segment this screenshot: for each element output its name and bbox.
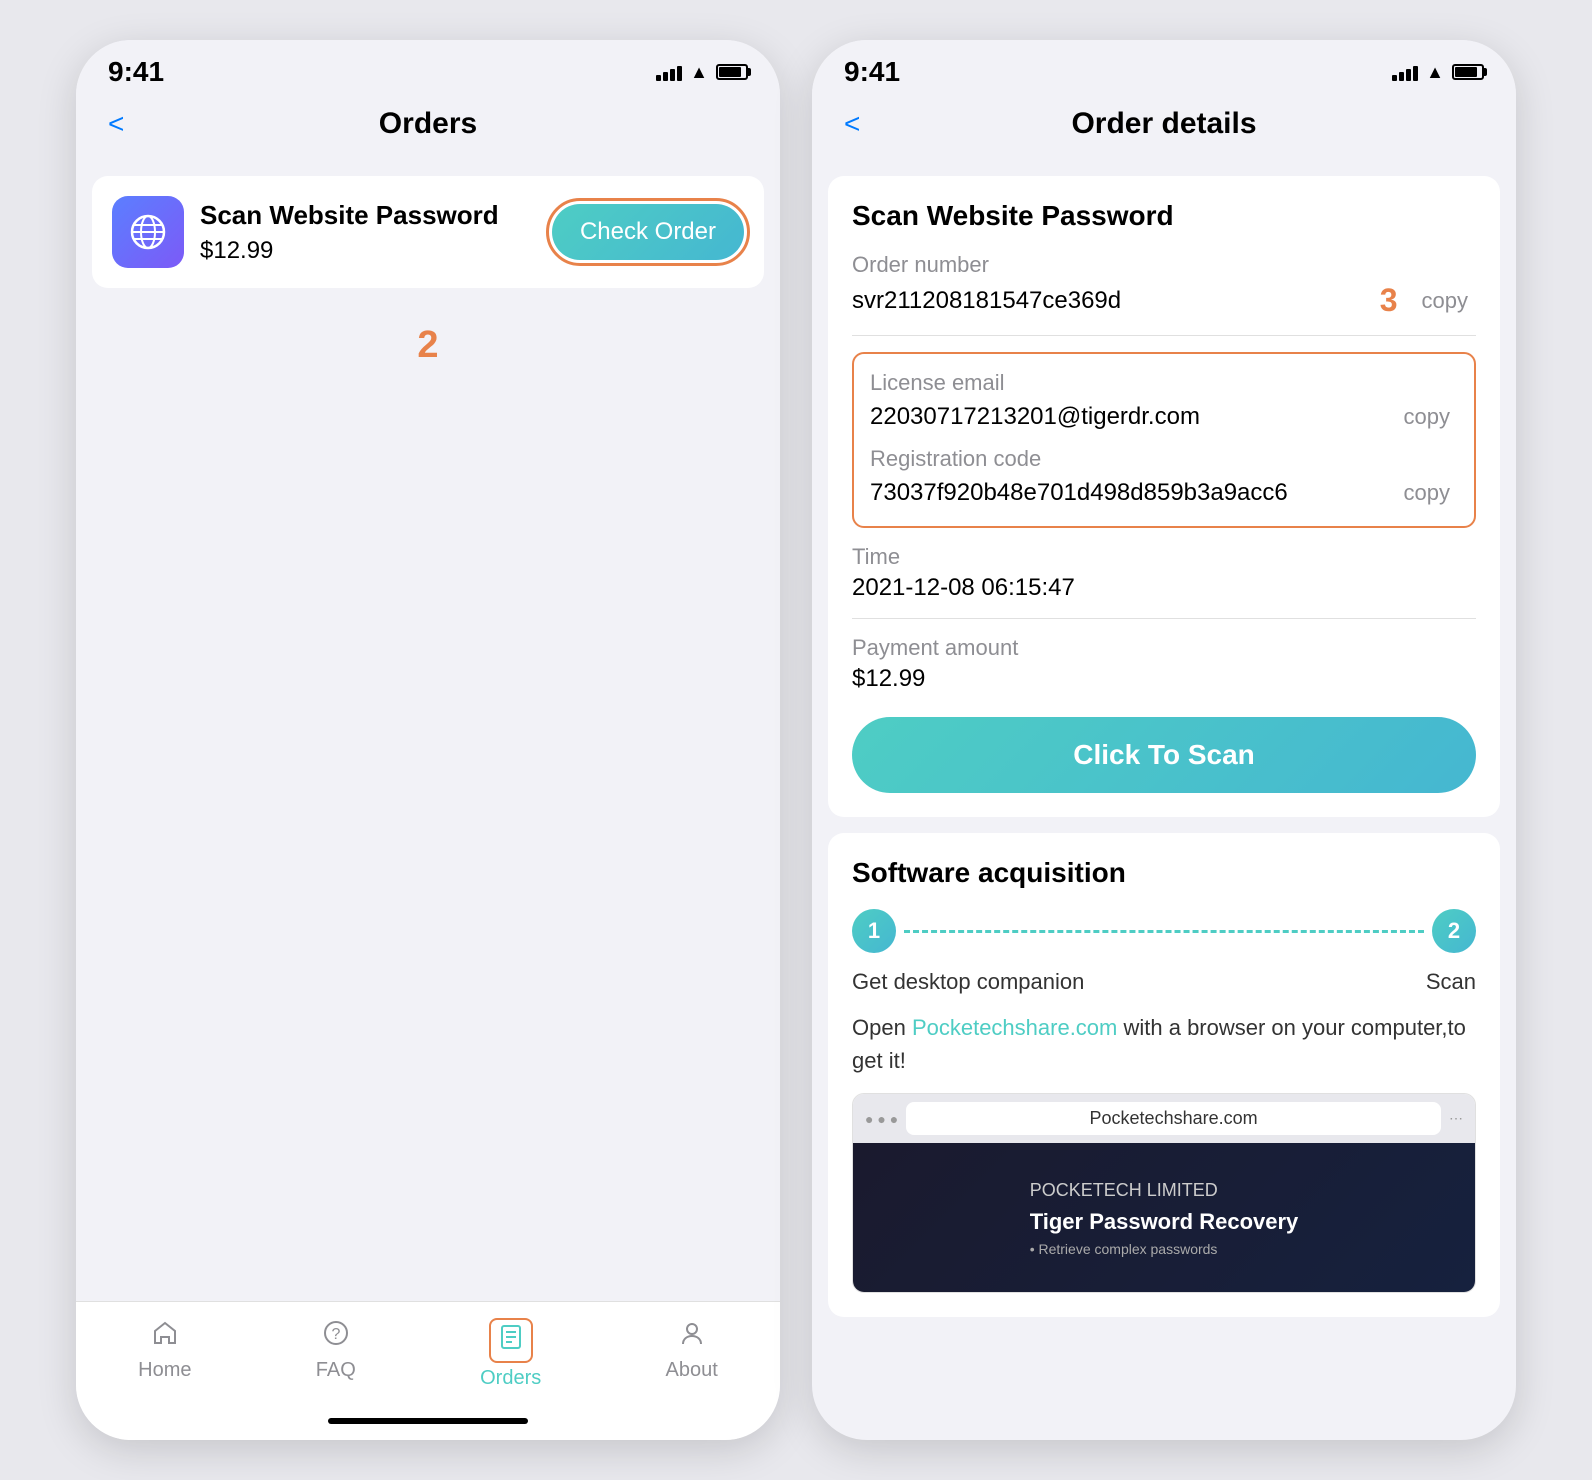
home-icon	[151, 1318, 179, 1355]
step-labels-row: Get desktop companion Scan	[852, 969, 1476, 995]
person-icon	[678, 1318, 706, 1355]
back-button-left[interactable]: <	[100, 104, 132, 144]
reg-code-value: 73037f920b48e701d498d859b3a9acc6	[870, 479, 1288, 507]
right-phone: 9:41 ▲ < Order details	[812, 40, 1516, 1440]
svg-text:?: ?	[331, 1326, 340, 1343]
payment-label: Payment amount	[852, 635, 1476, 661]
tab-about[interactable]: About	[650, 1314, 734, 1394]
order-details-title: Scan Website Password	[852, 200, 1476, 232]
preview-features: • Retrieve complex passwords	[1030, 1241, 1299, 1257]
tab-orders[interactable]: Orders	[464, 1314, 557, 1394]
copy-email-button[interactable]: copy	[1396, 400, 1458, 434]
time-right: 9:41	[844, 56, 900, 88]
battery-icon-left	[716, 64, 748, 80]
order-number-row: Order number svr211208181547ce369d 3 cop…	[852, 252, 1476, 319]
wifi-icon-right: ▲	[1426, 62, 1444, 83]
software-acquisition-section: Software acquisition 1 2 Get desktop com…	[828, 833, 1500, 1317]
step-number-2: 2	[92, 304, 764, 377]
left-phone-content: Scan Website Password $12.99 Check Order…	[76, 160, 780, 1301]
orders-icon	[489, 1318, 533, 1363]
battery-icon-right	[1452, 64, 1484, 80]
tab-about-label: About	[666, 1359, 718, 1382]
time-label: Time	[852, 544, 1476, 570]
tab-faq-label: FAQ	[316, 1359, 356, 1382]
time-left: 9:41	[108, 56, 164, 88]
app-icon	[112, 196, 184, 268]
steps-row: 1 2	[852, 909, 1476, 953]
right-phone-content: Scan Website Password Order number svr21…	[812, 160, 1516, 1440]
order-number-value: svr211208181547ce369d	[852, 287, 1380, 315]
separator-2	[852, 618, 1476, 619]
check-order-button[interactable]: Check Order	[552, 204, 744, 260]
preview-brand: POCKETECH LIMITED	[1030, 1180, 1299, 1201]
copy-order-number-button[interactable]: copy	[1414, 284, 1476, 318]
status-bar-right: 9:41 ▲	[812, 40, 1516, 96]
step-dashes	[904, 930, 1424, 933]
order-number-label: Order number	[852, 252, 1476, 278]
browser-bar: ● ● ● Pocketechshare.com ⋯	[853, 1094, 1475, 1143]
website-preview: ● ● ● Pocketechshare.com ⋯ POCKETECH LIM…	[852, 1093, 1476, 1293]
license-email-label: License email	[870, 370, 1458, 396]
nav-header-left: < Orders	[76, 96, 780, 160]
step-number-3: 3	[1380, 282, 1398, 319]
payment-value: $12.99	[852, 665, 1476, 693]
step-2-circle: 2	[1432, 909, 1476, 953]
signal-icon-right	[1392, 63, 1418, 81]
website-link[interactable]: Pocketechshare.com	[912, 1015, 1117, 1040]
home-indicator-left	[328, 1418, 528, 1424]
step-1-label: Get desktop companion	[852, 969, 1084, 995]
preview-title: Tiger Password Recovery	[1030, 1209, 1299, 1235]
order-card: Scan Website Password $12.99 Check Order	[92, 176, 764, 288]
page-title-left: Orders	[379, 107, 477, 141]
page-title-right: Order details	[1071, 107, 1256, 141]
copy-reg-code-button[interactable]: copy	[1396, 476, 1458, 510]
step-1-circle: 1	[852, 909, 896, 953]
preview-content: POCKETECH LIMITED Tiger Password Recover…	[853, 1143, 1475, 1293]
tab-faq[interactable]: ? FAQ	[300, 1314, 372, 1394]
url-bar: Pocketechshare.com	[906, 1102, 1441, 1135]
signal-icon-left	[656, 63, 682, 81]
tab-bar: Home ? FAQ	[76, 1301, 780, 1418]
click-to-scan-button[interactable]: Click To Scan	[852, 717, 1476, 793]
nav-header-right: < Order details	[812, 96, 1516, 160]
reg-code-label: Registration code	[870, 446, 1458, 472]
tab-orders-label: Orders	[480, 1367, 541, 1390]
globe-icon	[128, 212, 168, 252]
left-phone: 9:41 ▲ < Orders	[76, 40, 780, 1440]
license-registration-box: License email 22030717213201@tigerdr.com…	[852, 352, 1476, 528]
faq-icon: ?	[322, 1318, 350, 1355]
status-icons-right: ▲	[1392, 62, 1484, 83]
status-bar-left: 9:41 ▲	[76, 40, 780, 96]
software-title: Software acquisition	[852, 857, 1476, 889]
tab-home-label: Home	[138, 1359, 191, 1382]
time-row: Time 2021-12-08 06:15:47	[852, 544, 1476, 602]
software-description: Open Pocketechshare.com with a browser o…	[852, 1011, 1476, 1077]
separator-1	[852, 335, 1476, 336]
wifi-icon-left: ▲	[690, 62, 708, 83]
order-info: Scan Website Password $12.99	[200, 200, 536, 265]
order-price: $12.99	[200, 237, 536, 265]
status-icons-left: ▲	[656, 62, 748, 83]
back-button-right[interactable]: <	[836, 104, 868, 144]
license-email-value: 22030717213201@tigerdr.com	[870, 403, 1200, 431]
payment-row: Payment amount $12.99	[852, 635, 1476, 693]
order-name: Scan Website Password	[200, 200, 536, 231]
step-2-label: Scan	[1426, 969, 1476, 995]
time-value: 2021-12-08 06:15:47	[852, 574, 1476, 602]
order-details-card: Scan Website Password Order number svr21…	[828, 176, 1500, 817]
tab-home[interactable]: Home	[122, 1314, 207, 1394]
